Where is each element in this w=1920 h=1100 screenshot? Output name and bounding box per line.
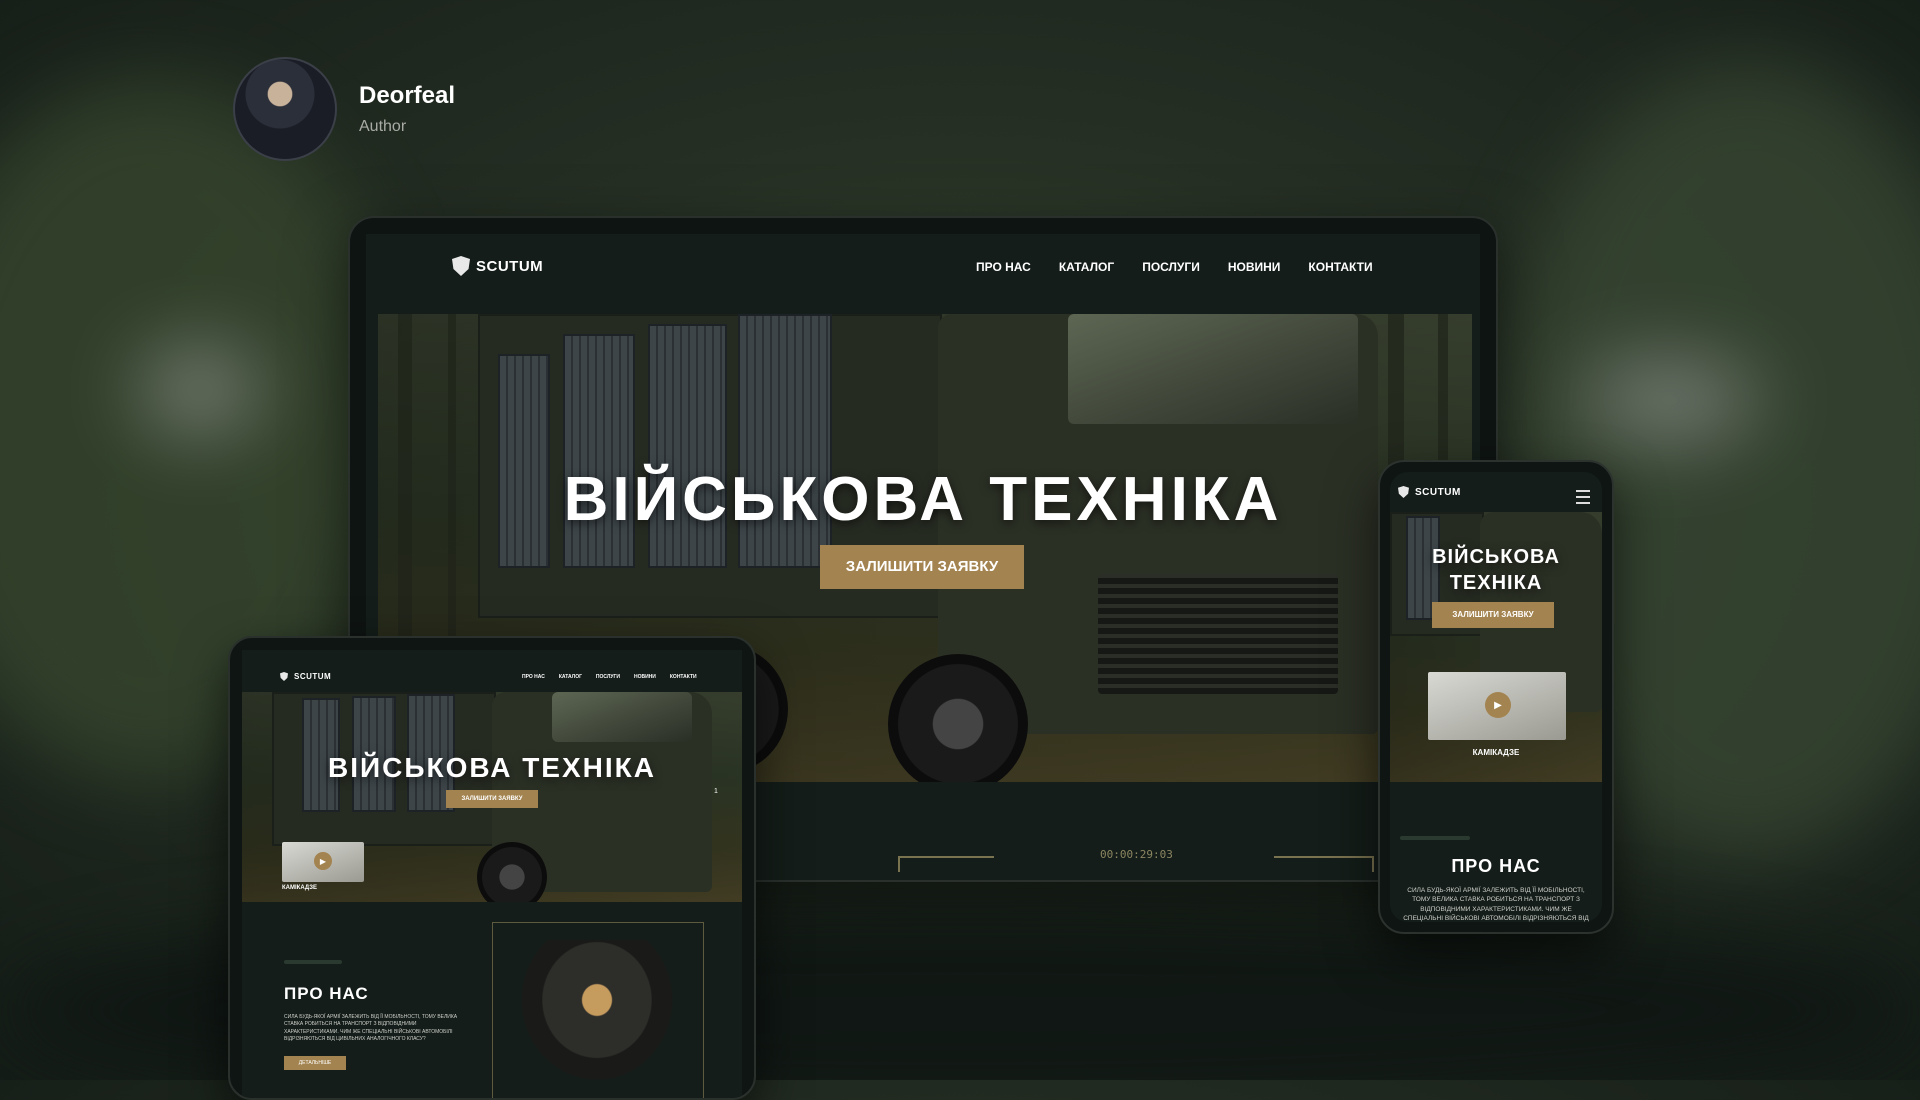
desktop-nav: SCUTUM ПРО НАС КАТАЛОГ ПОСЛУГИ НОВИНИ КО…	[366, 234, 1480, 298]
nav-about[interactable]: ПРО НАС	[522, 674, 545, 680]
slide-counter: 1	[714, 788, 718, 795]
tablet-screen: SCUTUM ПРО НАС КАТАЛОГ ПОСЛУГИ НОВИНИ КО…	[242, 650, 742, 1098]
brand-name: SCUTUM	[1415, 486, 1461, 498]
phone-video-label: КАМІКАДЗЕ	[1472, 748, 1520, 757]
hero-timer: 00:00:29:03	[1100, 848, 1173, 861]
nav-catalog[interactable]: КАТАЛОГ	[1059, 260, 1114, 274]
video-label: КАМІКАДЗЕ	[282, 885, 317, 891]
play-icon[interactable]: ▶	[1485, 692, 1511, 718]
author-card[interactable]: Deorfeal Author	[233, 57, 455, 161]
desktop-menu: ПРО НАС КАТАЛОГ ПОСЛУГИ НОВИНИ КОНТАКТИ	[976, 260, 1373, 274]
tablet-about-title: ПРО НАС	[284, 984, 369, 1003]
tablet-about-text: СИЛА БУДЬ-ЯКОЇ АРМІЇ ЗАЛЕЖИТЬ ВІД ЇЇ МОБ…	[284, 1014, 458, 1042]
tablet-hero-title: ВІЙСЬКОВА ТЕХНІКА	[328, 752, 656, 783]
nav-news[interactable]: НОВИНИ	[634, 674, 656, 680]
brand-name: SCUTUM	[476, 257, 544, 275]
nav-contacts[interactable]: КОНТАКТИ	[670, 674, 697, 680]
shield-icon	[280, 672, 288, 681]
phone-screen: SCUTUM ▶ КАМІКАДЗЕ ВІЙСЬКОВА ТЕХНІКА ЗАЛ…	[1390, 472, 1602, 922]
phone-logo[interactable]: SCUTUM	[1398, 486, 1461, 498]
phone-about-text: СИЛА БУДЬ-ЯКОЇ АРМІЇ ЗАЛЕЖИТЬ ВІД ЇЇ МОБ…	[1403, 887, 1589, 922]
shield-icon	[1398, 486, 1409, 498]
nav-news[interactable]: НОВИНИ	[1228, 260, 1281, 274]
cta-button[interactable]: ЗАЛИШИТИ ЗАЯВКУ	[820, 545, 1024, 589]
nav-services[interactable]: ПОСЛУГИ	[1142, 260, 1200, 274]
phone-hero-title-line1: ВІЙСЬКОВА	[1432, 546, 1560, 568]
desktop-logo[interactable]: SCUTUM	[452, 256, 543, 276]
details-button[interactable]: ДЕТАЛЬНІШЕ	[284, 1056, 346, 1070]
rover-image	[512, 940, 682, 1090]
nav-services[interactable]: ПОСЛУГИ	[596, 674, 620, 680]
nav-contacts[interactable]: КОНТАКТИ	[1308, 260, 1372, 274]
phone-cta-button[interactable]: ЗАЛИШИТИ ЗАЯВКУ	[1432, 602, 1554, 628]
tablet-mockup: SCUTUM ПРО НАС КАТАЛОГ ПОСЛУГИ НОВИНИ КО…	[228, 636, 756, 1100]
tablet-cta-button[interactable]: ЗАЛИШИТИ ЗАЯВКУ	[446, 790, 538, 808]
hero-title: ВІЙСЬКОВА ТЕХНІКА	[563, 465, 1283, 534]
phone-about-title: ПРО НАС	[1451, 856, 1541, 876]
tablet-menu: ПРО НАС КАТАЛОГ ПОСЛУГИ НОВИНИ КОНТАКТИ	[522, 674, 697, 680]
tablet-logo[interactable]: SCUTUM	[280, 672, 331, 681]
nav-about[interactable]: ПРО НАС	[976, 260, 1031, 274]
phone-hero-title-line2: ТЕХНІКА	[1449, 572, 1543, 594]
phone-mockup: SCUTUM ▶ КАМІКАДЗЕ ВІЙСЬКОВА ТЕХНІКА ЗАЛ…	[1378, 460, 1614, 934]
brand-name: SCUTUM	[294, 672, 332, 681]
author-avatar[interactable]	[233, 57, 337, 161]
play-icon[interactable]: ▶	[314, 852, 332, 870]
hamburger-menu-icon[interactable]	[1576, 490, 1590, 504]
author-role: Author	[359, 118, 407, 135]
shield-icon	[452, 256, 470, 276]
author-name: Deorfeal	[359, 82, 456, 109]
nav-catalog[interactable]: КАТАЛОГ	[559, 674, 582, 680]
